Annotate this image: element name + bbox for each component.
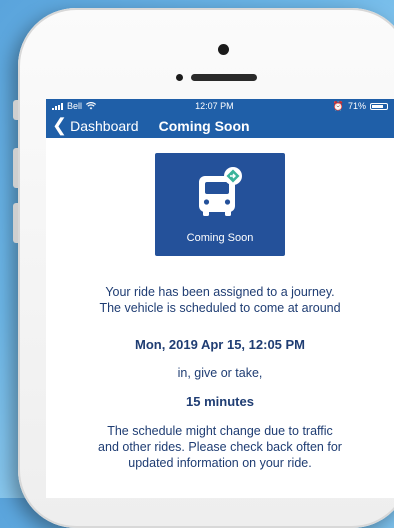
ride-status-content: Coming Soon Your ride has been assigned …	[46, 153, 394, 471]
disclaimer-line-1: The schedule might change due to traffic	[107, 424, 333, 438]
carrier-name: Bell	[67, 101, 83, 111]
scheduled-datetime: Mon, 2019 Apr 15, 12:05 PM	[134, 337, 306, 352]
battery-icon	[370, 102, 388, 110]
message-line-2: The vehicle is scheduled to come at arou…	[99, 301, 341, 315]
battery-percent: 71%	[347, 101, 366, 111]
sensor-dot	[176, 74, 183, 81]
volume-down-button	[13, 203, 18, 243]
assignment-message: Your ride has been assigned to a journey…	[46, 284, 394, 316]
message-line-1: Your ride has been assigned to a journey…	[105, 285, 335, 299]
time-window: 15 minutes	[186, 394, 254, 409]
earpiece	[176, 73, 266, 82]
front-camera	[218, 44, 229, 55]
alarm-icon: ⏰	[332, 100, 344, 111]
disclaimer-line-3: updated information on your ride.	[128, 456, 312, 470]
mute-switch	[13, 100, 18, 120]
tile-label: Coming Soon	[186, 232, 254, 244]
navigation-bar: ❮ Dashboard Coming Soon	[46, 113, 394, 138]
status-right: ⏰ 71%	[333, 101, 388, 112]
wifi-icon	[86, 102, 97, 110]
status-time: 12:07 PM	[195, 101, 234, 111]
bus-icon	[199, 167, 242, 216]
volume-up-button	[13, 148, 18, 188]
signal-icon	[52, 102, 63, 110]
status-left: Bell	[52, 101, 97, 111]
back-button[interactable]: ❮ Dashboard	[52, 114, 139, 135]
schedule-disclaimer: The schedule might change due to traffic…	[46, 423, 394, 471]
give-or-take-text: in, give or take,	[177, 366, 263, 380]
disclaimer-line-2: and other rides. Please check back often…	[98, 440, 342, 454]
back-label: Dashboard	[70, 117, 139, 134]
chevron-left-icon: ❮	[52, 114, 68, 135]
speaker-grille	[191, 74, 257, 81]
status-bar: Bell 12:07 PM ⏰ 71%	[46, 99, 394, 113]
page-title: Coming Soon	[158, 117, 250, 134]
app-screen: Bell 12:07 PM ⏰ 71% ❮ Dashboard Coming S…	[46, 99, 394, 498]
status-tile: Coming Soon	[155, 153, 285, 256]
